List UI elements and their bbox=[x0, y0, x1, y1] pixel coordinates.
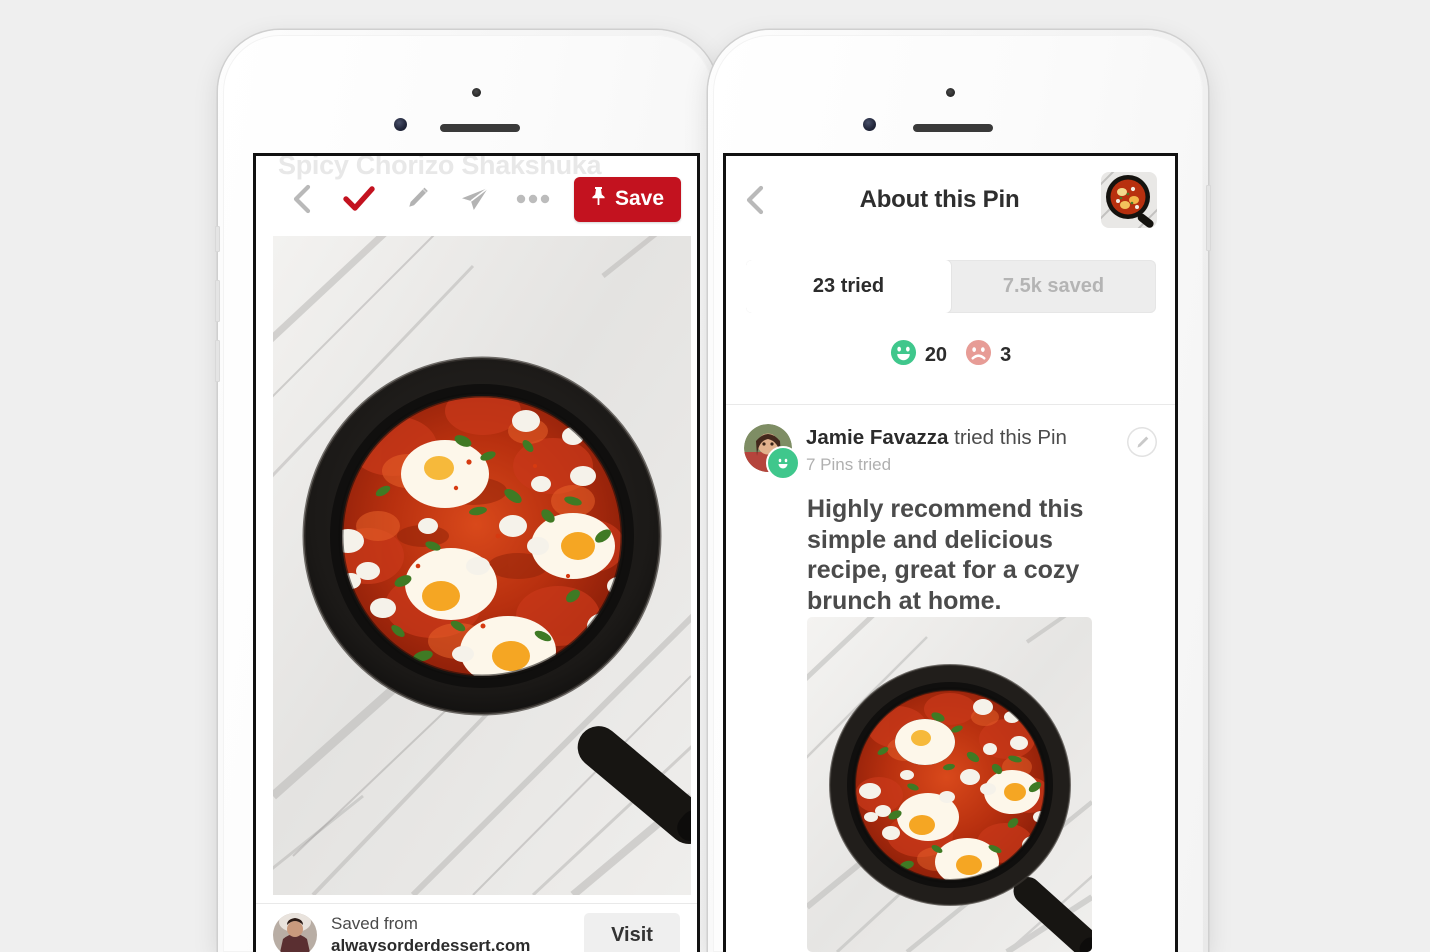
front-camera-icon bbox=[863, 118, 876, 131]
tab-saved[interactable]: 7.5k saved bbox=[951, 260, 1156, 313]
reaction-sad[interactable]: 3 bbox=[965, 339, 1011, 371]
front-camera-icon bbox=[394, 118, 407, 131]
back-chevron-icon[interactable] bbox=[744, 185, 778, 215]
sad-face-icon bbox=[965, 339, 992, 371]
visit-button[interactable]: Visit bbox=[584, 913, 680, 952]
right-phone-screen: About this Pin 23 tried 7.5k saved 20 3 … bbox=[726, 156, 1175, 952]
saved-from-label: Saved from bbox=[331, 914, 418, 934]
comment-header: Jamie Favazza tried this Pin 7 Pins trie… bbox=[726, 424, 1175, 496]
comment-author-avatar[interactable] bbox=[744, 424, 800, 480]
proximity-sensor-icon bbox=[472, 88, 481, 97]
sad-count: 3 bbox=[1000, 343, 1012, 366]
save-button-label: Save bbox=[614, 187, 664, 210]
volume-up-button[interactable] bbox=[215, 280, 220, 322]
mute-switch[interactable] bbox=[215, 226, 220, 252]
page-title: About this Pin bbox=[859, 186, 1020, 213]
back-chevron-icon[interactable] bbox=[272, 176, 330, 222]
pin-action-toolbar: Save bbox=[256, 168, 697, 230]
earpiece-speaker bbox=[913, 124, 993, 132]
more-dots-icon[interactable] bbox=[504, 176, 562, 222]
screenshot-root: Spicy Chorizo Shakshuka Save Saved from … bbox=[0, 0, 1430, 952]
comment-body-text: Highly recommend this simple and delicio… bbox=[807, 495, 1084, 615]
tab-saved-label: 7.5k saved bbox=[1002, 275, 1105, 297]
happy-count: 20 bbox=[924, 343, 948, 366]
tab-tried-label: 23 tried bbox=[812, 275, 885, 297]
edit-pencil-icon[interactable] bbox=[388, 176, 446, 222]
reaction-happy[interactable]: 20 bbox=[890, 339, 947, 371]
pin-source-row: Saved from alwaysorderdessert.com Visit bbox=[256, 904, 697, 952]
source-avatar[interactable] bbox=[273, 913, 317, 952]
tried-check-icon[interactable] bbox=[330, 176, 388, 222]
send-arrow-icon[interactable] bbox=[446, 176, 504, 222]
comment-attached-image[interactable] bbox=[807, 617, 1092, 952]
pin-icon bbox=[591, 186, 606, 212]
source-domain: alwaysorderdessert.com bbox=[331, 936, 531, 952]
proximity-sensor-icon bbox=[946, 88, 955, 97]
reaction-counts-row: 20 3 bbox=[726, 331, 1175, 379]
divider-above-comment bbox=[726, 404, 1175, 405]
visit-button-label: Visit bbox=[611, 923, 653, 946]
edit-comment-button[interactable] bbox=[1127, 427, 1157, 457]
happy-mood-badge bbox=[766, 446, 800, 480]
comment-author-subtitle: 7 Pins tried bbox=[806, 454, 892, 474]
tab-tried[interactable]: 23 tried bbox=[746, 260, 951, 313]
happy-face-icon bbox=[890, 339, 917, 371]
power-button[interactable] bbox=[1206, 185, 1211, 251]
comment-author-line: Jamie Favazza tried this Pin bbox=[806, 424, 1067, 452]
comment-author-name: Jamie Favazza bbox=[806, 426, 949, 449]
about-pin-navbar: About this Pin bbox=[726, 156, 1175, 244]
save-button[interactable]: Save bbox=[573, 176, 681, 222]
comment-action-label: tried this Pin bbox=[948, 426, 1067, 449]
pin-thumbnail[interactable] bbox=[1101, 172, 1157, 228]
earpiece-speaker bbox=[440, 124, 520, 132]
comment-author-block: Jamie Favazza tried this Pin 7 Pins trie… bbox=[806, 424, 1067, 475]
about-pin-segmented-control: 23 tried 7.5k saved bbox=[746, 260, 1156, 313]
pin-hero-image[interactable] bbox=[256, 204, 697, 899]
left-phone-screen: Spicy Chorizo Shakshuka Save Saved from … bbox=[256, 156, 697, 952]
volume-down-button[interactable] bbox=[215, 340, 220, 382]
source-text: Saved from alwaysorderdessert.com bbox=[331, 913, 530, 952]
